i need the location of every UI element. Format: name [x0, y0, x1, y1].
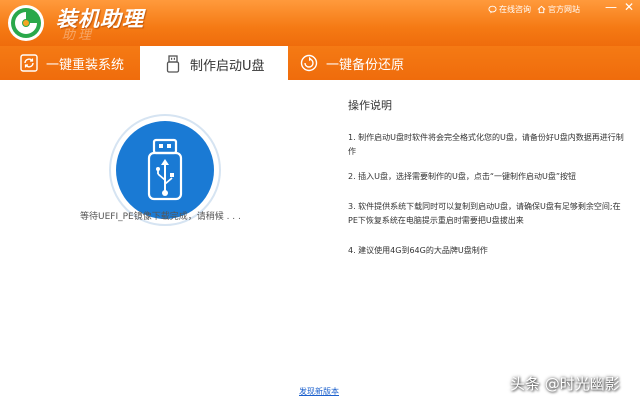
online-consult-link[interactable]: 在线咨询 — [488, 2, 531, 16]
home-icon — [537, 5, 546, 13]
minimize-button[interactable]: — — [604, 0, 618, 14]
app-title-reflection: 助理 — [62, 28, 95, 43]
instruction-step-2: 2. 插入U盘，选择需要制作的U盘，点击“一键制作启动U盘”按钮 — [348, 172, 577, 181]
restore-icon — [300, 54, 318, 72]
tab-make-usb-label: 制作启动U盘 — [190, 58, 265, 74]
tab-bar: 一键重装系统 制作启动U盘 一键备份还原 — [0, 46, 640, 80]
usb-status-badge — [116, 121, 214, 219]
watermark-text: 头条 @时光幽影 — [510, 375, 620, 393]
instruction-step-1: 1. 制作启动U盘时软件将会完全格式化您的U盘，请备份好U盘内数据再进行制作 — [348, 133, 624, 156]
usb-symbol-icon — [147, 138, 183, 201]
instruction-step-3: 3. 软件提供系统下载同时可以复制到启动U盘，请确保U盘有足够剩余空间;在PE下… — [348, 202, 621, 225]
official-site-link[interactable]: 官方网站 — [537, 2, 580, 16]
main-panel: 等待UEFI_PE镜像下载完成，请稍候 . . . 操作说明 1. 制作启动U盘… — [0, 80, 640, 403]
chat-icon — [488, 5, 497, 14]
title-links: 在线咨询 官方网站 — [488, 2, 580, 16]
instructions-panel: 操作说明 1. 制作启动U盘时软件将会完全格式化您的U盘，请备份好U盘内数据再进… — [348, 97, 624, 274]
official-site-label: 官方网站 — [548, 4, 580, 14]
tab-backup-restore[interactable]: 一键备份还原 — [300, 46, 404, 80]
app-logo-icon — [8, 5, 44, 41]
close-button[interactable]: ✕ — [622, 0, 636, 14]
tab-make-usb-boot[interactable]: 制作启动U盘 — [140, 46, 288, 80]
instructions-title: 操作说明 — [348, 99, 392, 112]
online-consult-label: 在线咨询 — [499, 4, 531, 14]
title-bar: 装机助理 助理 在线咨询 官方网站 — ✕ — [0, 0, 640, 46]
tab-reinstall-system[interactable]: 一键重装系统 — [20, 46, 124, 80]
window-controls: — ✕ — [604, 0, 636, 14]
refresh-icon — [20, 54, 38, 72]
instruction-step-4: 4. 建议使用4G到64G的大品牌U盘制作 — [348, 246, 488, 255]
usb-drive-icon — [166, 55, 180, 73]
tab-reinstall-label: 一键重装系统 — [46, 57, 125, 73]
tab-backup-label: 一键备份还原 — [326, 57, 405, 73]
new-version-link[interactable]: 发现新版本 — [299, 386, 339, 397]
download-status-text: 等待UEFI_PE镜像下载完成，请稍候 . . . — [80, 212, 241, 222]
